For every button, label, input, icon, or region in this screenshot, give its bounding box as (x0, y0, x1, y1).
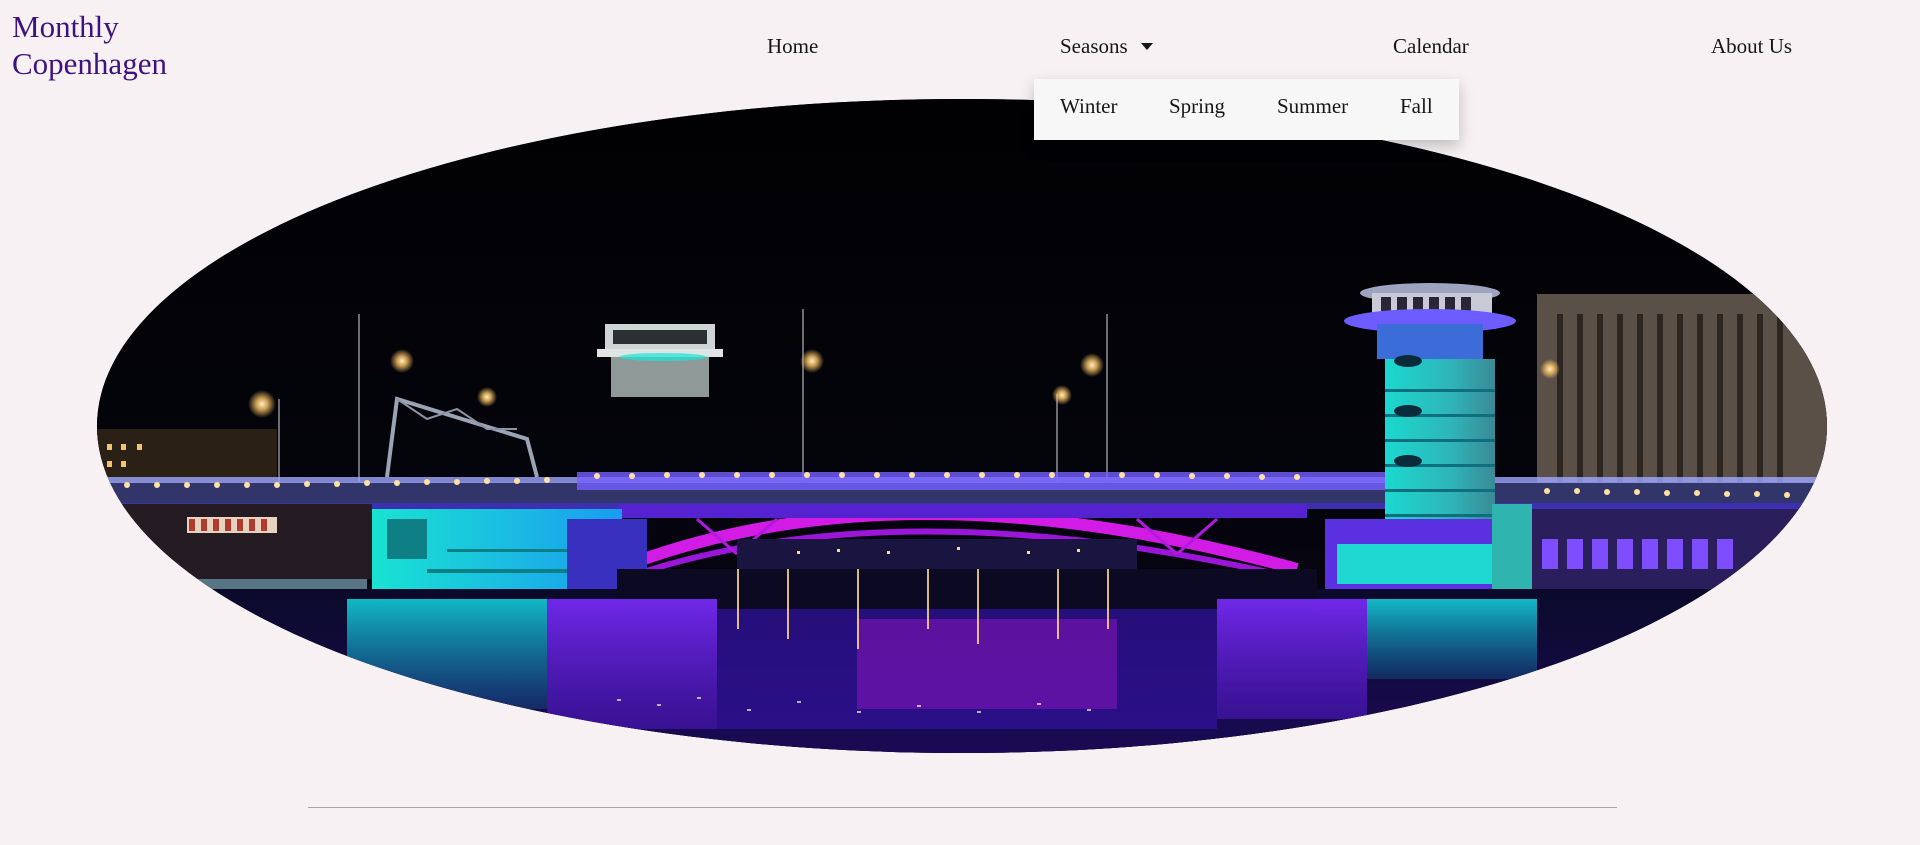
dropdown-item-spring[interactable]: Spring (1169, 92, 1225, 120)
nav-seasons[interactable]: Seasons (1060, 32, 1153, 60)
hero-image (97, 99, 1827, 753)
page: Monthly Copenhagen Home Seasons Calendar… (0, 0, 1920, 845)
nav-about-us[interactable]: About Us (1711, 32, 1792, 60)
dropdown-item-fall[interactable]: Fall (1400, 92, 1433, 120)
nav-calendar[interactable]: Calendar (1393, 32, 1469, 60)
nav-home[interactable]: Home (767, 32, 818, 60)
nav-seasons-label: Seasons (1060, 34, 1128, 58)
section-divider (308, 807, 1617, 808)
caret-down-icon (1140, 43, 1153, 50)
dropdown-item-winter[interactable]: Winter (1060, 92, 1117, 120)
dropdown-item-summer[interactable]: Summer (1277, 92, 1348, 120)
site-logo[interactable]: Monthly Copenhagen (12, 8, 232, 82)
hero-illustration (97, 99, 1827, 753)
seasons-dropdown: Winter Spring Summer Fall (1034, 79, 1459, 140)
